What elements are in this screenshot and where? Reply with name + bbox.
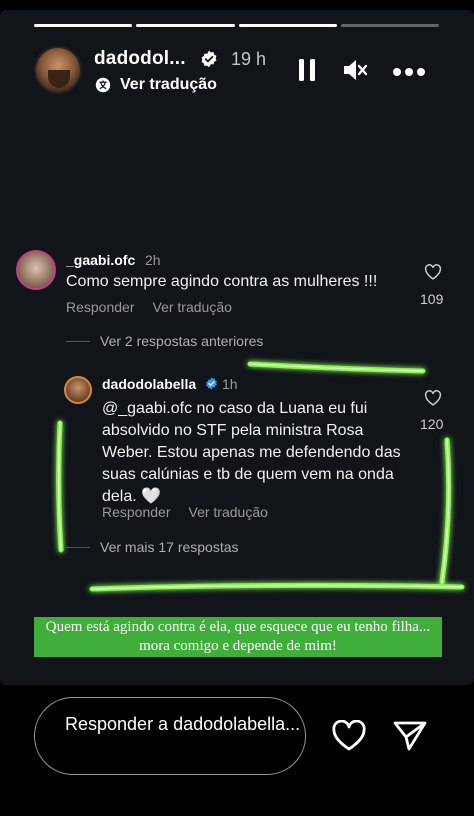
see-translation-link[interactable]: Ver tradução: [94, 76, 217, 94]
progress-segment: [238, 24, 337, 27]
comment-text: Como sempre agindo contra as mulheres !!…: [66, 273, 378, 290]
comment-actions: Responder Ver tradução: [66, 299, 232, 315]
reply-reply-link: Responder: [102, 504, 171, 520]
divider-line: [66, 546, 90, 548]
verified-badge-icon: [201, 50, 217, 68]
translate-label: Ver tradução: [120, 76, 217, 93]
more-options-icon[interactable]: [392, 60, 426, 84]
heart-outline-icon: [424, 264, 442, 280]
reply-username: dadodolabella: [102, 376, 197, 392]
view-more-label: Ver mais 17 respostas: [100, 539, 239, 555]
story-viewer: dadodol... 19 h Ver tradução _gaabi.ofc …: [0, 0, 474, 816]
reply-input[interactable]: Responder a dadodolabella...: [34, 697, 306, 775]
comment-translate-link: Ver tradução: [152, 299, 232, 315]
comment-like-count: 109: [420, 291, 444, 307]
verified-badge-icon: [206, 377, 217, 390]
reply-text: @_gaabi.ofc no caso da Luana eu fui abso…: [102, 400, 401, 505]
pause-icon[interactable]: [297, 58, 317, 82]
reply-avatar: [64, 376, 92, 404]
send-icon[interactable]: [392, 720, 428, 752]
comment-username: _gaabi.ofc: [66, 252, 136, 268]
story-username[interactable]: dadodol...: [94, 48, 186, 70]
reply-like-count: 120: [420, 416, 444, 432]
reply-time: 1h: [222, 376, 238, 392]
view-previous-label: Ver 2 respostas anteriores: [100, 333, 264, 349]
progress-segment: [34, 24, 133, 27]
profile-avatar[interactable]: [34, 46, 82, 94]
comment-time: 2h: [145, 252, 161, 268]
view-previous-replies: Ver 2 respostas anteriores: [66, 333, 263, 349]
reply-translate-link: Ver tradução: [188, 504, 268, 520]
mute-icon[interactable]: [342, 57, 368, 83]
progress-segment: [340, 24, 439, 27]
progress-segment: [136, 24, 235, 27]
heart-outline-icon: [424, 390, 442, 406]
like-heart-icon[interactable]: [331, 720, 367, 752]
story-caption: Quem está agindo contra é ela, que esque…: [34, 617, 442, 657]
view-more-replies: Ver mais 17 respostas: [66, 539, 239, 555]
commenter-avatar[interactable]: [16, 250, 56, 290]
comment-reply-link: Responder: [66, 299, 135, 315]
translate-icon: [95, 77, 111, 93]
divider-line: [66, 340, 90, 342]
story-progress-bar: [34, 24, 439, 27]
reply-actions: Responder Ver tradução: [102, 504, 268, 520]
story-timestamp: 19 h: [231, 49, 267, 69]
